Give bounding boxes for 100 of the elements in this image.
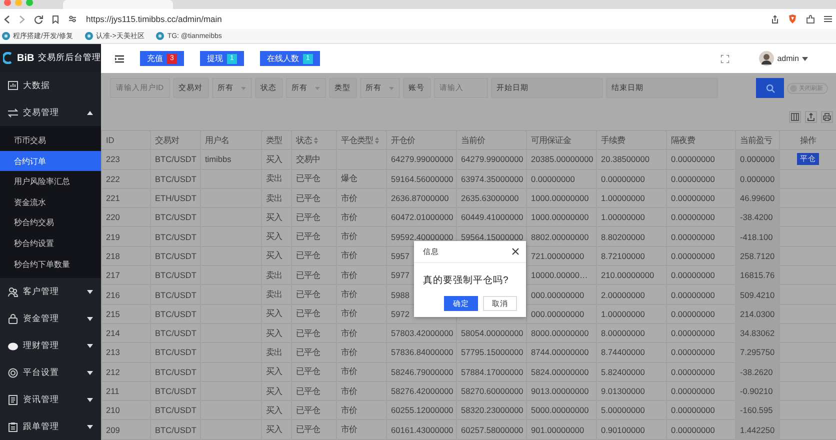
menu-item[interactable]: 交易管理 (0, 99, 101, 126)
table-cell: 60161.43000000 (386, 420, 456, 440)
table-cell: 0.00000000 (666, 150, 736, 170)
table-cell: 已平仓 (292, 342, 336, 362)
table-cell: 市价 (336, 246, 386, 266)
table-cell: 0.00000000 (526, 169, 596, 188)
submenu-item[interactable]: 秒合约下单数量 (0, 254, 101, 274)
submenu-item[interactable]: 秒合约设置 (0, 233, 101, 254)
app-title: 交易所后台管理 (38, 52, 102, 64)
column-header: ID (102, 130, 150, 150)
table-cell: 64279.99000000 (386, 150, 456, 170)
export-button[interactable] (805, 110, 817, 122)
table-cell: BTC/USDT (150, 284, 200, 304)
table-cell: 223 (102, 150, 150, 170)
bookmark-icon[interactable] (52, 14, 59, 24)
menu-icon[interactable] (824, 15, 832, 23)
table-cell: 0.00000000 (666, 304, 736, 324)
reload-icon[interactable] (34, 14, 43, 24)
submenu-item[interactable]: 资金流水 (0, 192, 101, 213)
menu-item[interactable]: 平台设置 (0, 359, 101, 386)
table-cell: 0.00000000 (666, 188, 736, 208)
menu-item[interactable]: 理财管理 (0, 332, 101, 360)
table-cell: 已平仓 (292, 246, 336, 266)
submenu-item[interactable]: 秒合约交易 (0, 212, 101, 234)
user-name[interactable]: admin (777, 54, 799, 63)
table-cell: 60257.58000000 (456, 420, 526, 440)
submenu-item[interactable]: 合约订单 (0, 150, 101, 172)
table-cell: 5.82400000 (596, 362, 666, 382)
table-cell: 0.90100000 (596, 420, 666, 440)
table-cell: 9.01300000 (596, 381, 666, 401)
column-header[interactable]: 平仓类型 (336, 130, 386, 150)
table-cell: BTC/USDT (150, 169, 200, 188)
export-icon (807, 112, 815, 120)
shield-icon[interactable] (788, 14, 797, 24)
table-cell: 58054.00000000 (456, 323, 526, 343)
table-cell: 258.7120 (736, 246, 780, 266)
table-cell: 211 (102, 381, 150, 401)
table-cell: 57803.42000000 (386, 323, 456, 343)
caret-icon[interactable] (802, 56, 808, 60)
menu-item[interactable]: 跟单管理 (0, 413, 101, 440)
table-cell: 0.00000000 (666, 226, 736, 246)
table-cell: 721.00000000 (526, 246, 596, 266)
table-cell: 已平仓 (292, 169, 336, 188)
menu-item[interactable]: 资讯管理 (0, 386, 101, 414)
column-header[interactable]: 状态 (292, 130, 336, 150)
table-cell: -38.2620 (736, 362, 780, 382)
table-cell: 1.442250 (736, 420, 780, 440)
back-icon[interactable] (4, 14, 10, 24)
lock-icon (8, 314, 18, 324)
menu-icon[interactable] (115, 54, 124, 62)
table-cell: BTC/USDT (150, 400, 200, 420)
table-cell: timibbs (200, 150, 262, 170)
close-icon[interactable] (512, 248, 519, 255)
submenu-item[interactable]: 币币交易 (0, 130, 101, 151)
fullscreen-icon[interactable] (721, 54, 730, 62)
table-cell: 58246.79000000 (386, 362, 456, 382)
globe-icon (84, 32, 93, 40)
table-cell: 212 (102, 362, 150, 382)
table-cell: 0.00000000 (666, 169, 736, 188)
table-cell: 买入 (262, 381, 292, 401)
table-cell: 8.74400000 (596, 342, 666, 362)
table-cell: 216 (102, 284, 150, 304)
share-icon[interactable] (771, 14, 779, 24)
table-cell: -418.100 (736, 226, 780, 246)
table-cell: 卖出 (262, 284, 292, 304)
table-cell: 57884.17000000 (456, 362, 526, 382)
chart-icon (8, 80, 18, 91)
avatar-icon[interactable] (759, 51, 774, 66)
table-cell: 20.38500000 (596, 150, 666, 170)
table-cell: 买入 (262, 420, 292, 440)
table-cell: BTC/USDT (150, 208, 200, 227)
table-cell: -38.4200 (736, 208, 780, 227)
column-header: 操作 (780, 130, 836, 150)
table-cell: 5.00000000 (596, 400, 666, 420)
table-cell: 000.00000000 (526, 304, 596, 324)
search-button[interactable] (756, 78, 784, 98)
table-cell: -160.595 (736, 400, 780, 420)
table-cell: 1000.00000000 (526, 208, 596, 227)
table-cell: 509.4210 (736, 284, 780, 304)
table-cell: 交易中 (292, 150, 336, 170)
table-cell: 8.00000000 (596, 323, 666, 343)
menu-item[interactable]: 客户管理 (0, 278, 101, 306)
site-settings-icon[interactable] (68, 15, 77, 23)
search-icon (766, 84, 774, 92)
caret-icon (240, 86, 246, 90)
menu-item[interactable]: 大数据 (0, 72, 101, 100)
menu-item[interactable]: 资金管理 (0, 305, 101, 332)
table-cell: 市价 (336, 362, 386, 382)
table-cell: 1.00000000 (596, 208, 666, 227)
table-cell: 8000.00000000 (526, 323, 596, 343)
table-cell: 市价 (336, 342, 386, 362)
table-cell: 市价 (336, 420, 386, 440)
table-cell: 63974.35000000 (456, 169, 526, 188)
table-cell: ETH/USDT (150, 188, 200, 208)
print-button[interactable] (821, 110, 833, 122)
table-cell: 46.99600 (736, 188, 780, 208)
submenu-item[interactable]: 用户风险率汇总 (0, 171, 101, 192)
table-cell: 0.00000000 (666, 284, 736, 304)
columns-button[interactable] (789, 110, 801, 122)
column-header: 当前价 (456, 130, 526, 150)
